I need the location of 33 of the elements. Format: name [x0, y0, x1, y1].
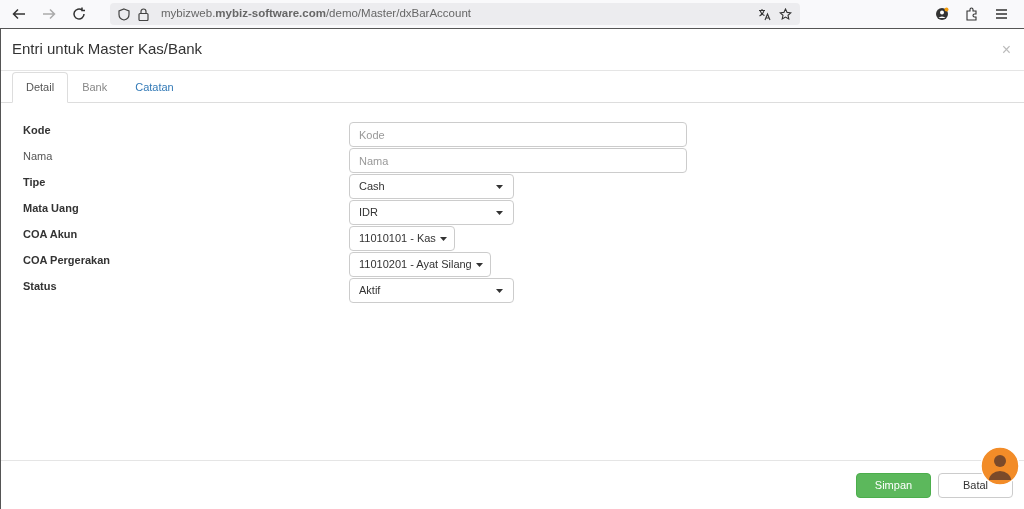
field-label: COA Akun — [23, 227, 79, 242]
caret-icon — [496, 210, 503, 215]
star-icon[interactable] — [779, 7, 792, 21]
field-label: Tipe — [23, 175, 47, 190]
tab[interactable]: Detail — [12, 72, 69, 103]
extensions-icon[interactable] — [965, 7, 979, 21]
input-field[interactable]: Nama — [349, 148, 687, 173]
field-label: Status — [23, 279, 58, 294]
caret-icon — [496, 288, 503, 293]
menu-icon[interactable] — [995, 8, 1008, 20]
back-icon[interactable] — [12, 7, 26, 21]
url-text: mybizweb.mybiz-software.com/demo/Master/dxBarAccount — [161, 6, 471, 22]
dropdown[interactable]: Aktif — [349, 278, 514, 303]
dropdown-button[interactable]: 11010201 - Ayat Silang — [349, 252, 491, 277]
input-field[interactable]: Kode — [349, 122, 687, 147]
lock-icon — [138, 7, 149, 21]
translate-icon[interactable] — [758, 7, 771, 21]
dropdown[interactable]: IDR — [349, 200, 514, 225]
shield-icon — [118, 7, 130, 21]
field-label: Kode — [23, 123, 52, 138]
caret-icon — [439, 236, 447, 241]
address-bar[interactable]: mybizweb.mybiz-software.com/demo/Master/dxBarAccount — [110, 3, 800, 25]
account-icon[interactable] — [935, 7, 949, 21]
field-label: Mata Uang — [23, 201, 80, 216]
reload-icon[interactable] — [72, 7, 86, 21]
tab[interactable]: Catatan — [121, 72, 188, 103]
dropdown-button[interactable]: 11010101 - Kas — [349, 226, 455, 251]
caret-icon — [496, 184, 503, 189]
field-label: COA Pergerakan — [23, 253, 112, 268]
caret-icon — [475, 262, 483, 267]
dialog-title: Entri untuk Master Kas/Bank — [12, 39, 203, 60]
dropdown[interactable]: Cash — [349, 174, 514, 199]
field-label: Nama — [23, 149, 54, 164]
